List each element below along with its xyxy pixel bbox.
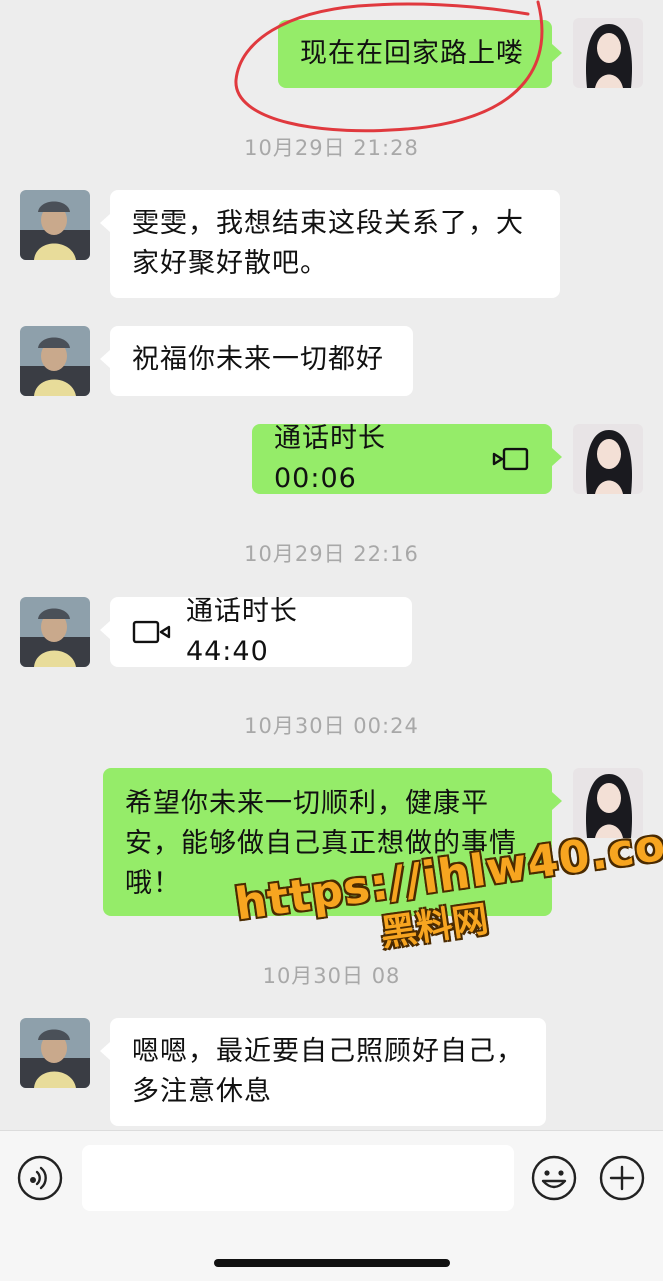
avatar-contact[interactable] [20,190,90,260]
message-line: 多注意休息 [132,1076,272,1107]
message-line: 嗯嗯，最近要自己照顾好自己， [132,1036,524,1067]
home-indicator [214,1259,450,1267]
message-line: 雯雯，我想结束这段关系了，大 [132,208,524,239]
timestamp: 10月29日 21:28 [244,136,419,160]
avatar-contact[interactable] [20,1018,90,1088]
call-duration-text: 通话时长 00:06 [274,423,386,494]
avatar-self[interactable] [573,424,643,494]
message-line: 家好聚好散吧。 [132,248,328,279]
plus-icon[interactable] [599,1155,645,1201]
avatar-self[interactable] [573,18,643,88]
timestamp: 10月30日 00:24 [244,714,419,738]
red-circle-annotation [234,0,544,133]
message-line: 希望你未来一切顺利，健康平 [125,788,489,819]
call-bubble-incoming[interactable]: 通话时长 44:40 [100,596,412,667]
video-call-icon [492,447,529,471]
message-input[interactable] [82,1145,514,1211]
timestamp: 10月30日 08 [262,964,401,988]
message-bubble-incoming[interactable]: 雯雯，我想结束这段关系了，大 家好聚好散吧。 [100,190,560,298]
message-text: 祝福你未来一切都好 [132,344,384,375]
voice-icon[interactable] [17,1155,63,1201]
avatar-contact[interactable] [20,597,90,667]
video-call-icon [132,620,171,644]
chat-input-bar [0,1130,663,1281]
message-bubble-incoming[interactable]: 嗯嗯，最近要自己照顾好自己， 多注意休息 [100,1018,546,1126]
message-bubble-incoming[interactable]: 祝福你未来一切都好 [100,326,413,396]
emoji-icon[interactable] [531,1155,577,1201]
avatar-contact[interactable] [20,326,90,396]
call-bubble-outgoing[interactable]: 通话时长 00:06 [252,423,562,494]
call-duration-text: 通话时长 44:40 [185,596,298,667]
timestamp: 10月29日 22:16 [244,542,419,566]
